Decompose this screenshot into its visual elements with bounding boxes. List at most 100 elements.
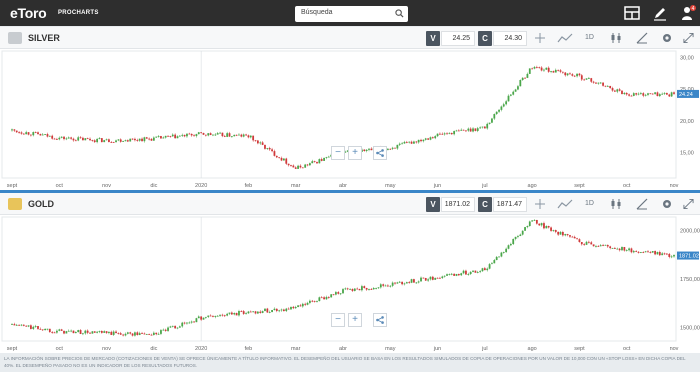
gold-zoom-in-button[interactable]: + [348, 313, 362, 327]
x-tick-label: jun [433, 183, 441, 189]
silver-asset-name[interactable]: SILVER [28, 33, 60, 43]
gold-asset-name[interactable]: GOLD [28, 199, 54, 209]
share-icon[interactable] [373, 313, 387, 327]
chart-type-icon[interactable] [557, 31, 573, 45]
silver-asset-icon [8, 32, 22, 44]
candle [197, 131, 200, 135]
candle [394, 147, 396, 149]
layout-icon[interactable] [624, 5, 640, 21]
etoro-logo[interactable]: eToro [10, 5, 47, 21]
gold-chart-panel: GOLD V 1871.02 C 1871.47 1D 2000,00 1750,… [0, 193, 700, 353]
user-icon[interactable]: 4 [680, 5, 696, 21]
candle [233, 134, 236, 137]
crosshair-icon[interactable] [534, 197, 546, 211]
silver-panel-header: SILVER V 24.25 C 24.30 1D [0, 27, 700, 49]
candle [297, 305, 299, 308]
candle [318, 158, 321, 164]
candle [271, 309, 273, 313]
candle [264, 308, 266, 312]
gold-sell-price: 1871.02 [441, 197, 475, 212]
candle [65, 330, 68, 334]
x-tick-label: sept [7, 183, 18, 189]
chart-type-icon[interactable] [557, 197, 573, 211]
gold-sell-button[interactable]: V [426, 197, 440, 212]
candle [651, 251, 654, 253]
settings-gear-icon[interactable] [661, 31, 673, 45]
candle [160, 135, 162, 139]
candle [519, 79, 522, 87]
silver-zoom-out-button[interactable]: − [331, 146, 345, 160]
search-icon[interactable] [395, 9, 404, 18]
top-bar: eToro PROCHARTS Búsqueda 4 [0, 0, 700, 26]
y-tick-label: 15,00 [680, 151, 694, 157]
x-tick-label: abr [339, 183, 347, 189]
share-icon[interactable] [373, 146, 387, 160]
x-tick-label: nov [670, 183, 679, 189]
candle [649, 93, 652, 95]
x-tick-label: oct [56, 346, 64, 352]
candle [528, 220, 531, 227]
draw-tools-icon[interactable] [636, 31, 648, 45]
silver-buy-button[interactable]: C [478, 31, 492, 46]
candle [145, 333, 148, 335]
gold-zoom-out-button[interactable]: − [331, 313, 345, 327]
indicators-icon[interactable] [610, 197, 624, 211]
x-tick-label: dic [150, 183, 157, 189]
candle [129, 138, 132, 142]
timeframe-select[interactable]: 1D [585, 197, 594, 211]
silver-sell-button[interactable]: V [426, 31, 440, 46]
candle [455, 273, 458, 277]
gold-buy-button[interactable]: C [478, 197, 492, 212]
x-tick-label: dic [150, 346, 157, 352]
silver-price-chart[interactable]: 30,0025,0020,0015,00septoctnovdic2020feb… [0, 49, 700, 190]
x-tick-label: jul [481, 346, 488, 352]
gold-buy-price: 1871.47 [493, 197, 527, 212]
candle [91, 331, 94, 334]
search-placeholder: Búsqueda [301, 9, 333, 16]
candle [174, 325, 177, 329]
gold-price-chart[interactable]: 2000,00 1750,00 1500,00 sept oct nov dic 2020 fe… [0, 215, 700, 353]
x-tick-label: jul [481, 183, 488, 189]
disclaimer-text: LA INFORMACIÓN SOBRE PRECIOS DE MERCADO … [4, 356, 686, 368]
x-tick-label: oct [56, 183, 64, 189]
procharts-label: PROCHARTS [58, 10, 99, 16]
x-tick-label: feb [245, 183, 253, 189]
x-tick-label: oct [623, 346, 631, 352]
crosshair-icon[interactable] [534, 31, 546, 45]
y-tick-label: 20,00 [680, 119, 694, 125]
silver-zoom-in-button[interactable]: + [348, 146, 362, 160]
candle [330, 294, 333, 298]
candle [323, 157, 325, 161]
last-price-label: 1871.02 [679, 254, 699, 260]
draw-tools-icon[interactable] [636, 197, 648, 211]
candle [266, 307, 269, 313]
x-tick-label: ago [528, 346, 537, 352]
candle [103, 139, 106, 143]
y-tick-label: 2000,00 [680, 229, 700, 235]
expand-icon[interactable] [683, 197, 694, 211]
candle [500, 251, 503, 258]
edit-icon[interactable] [652, 5, 668, 21]
candle [413, 278, 415, 283]
gold-asset-icon [8, 198, 22, 210]
candle [670, 91, 673, 97]
candle [656, 251, 659, 255]
x-tick-label: sept [574, 183, 585, 189]
x-tick-label: nov [102, 346, 111, 352]
timeframe-select[interactable]: 1D [585, 31, 594, 45]
candle [424, 277, 427, 281]
candle [84, 138, 87, 141]
candle [524, 226, 526, 231]
last-price-label: 24.24 [679, 92, 693, 98]
search-input[interactable]: Búsqueda [295, 6, 408, 22]
candle [202, 317, 205, 320]
notification-count: 4 [692, 6, 695, 12]
candle [72, 330, 75, 334]
indicators-icon[interactable] [610, 31, 624, 45]
x-tick-label: feb [245, 346, 253, 352]
settings-gear-icon[interactable] [661, 197, 673, 211]
y-tick-label: 1500,00 [680, 325, 700, 331]
expand-icon[interactable] [683, 31, 694, 45]
x-tick-label: ago [528, 183, 537, 189]
x-tick-label: 2020 [195, 346, 207, 352]
